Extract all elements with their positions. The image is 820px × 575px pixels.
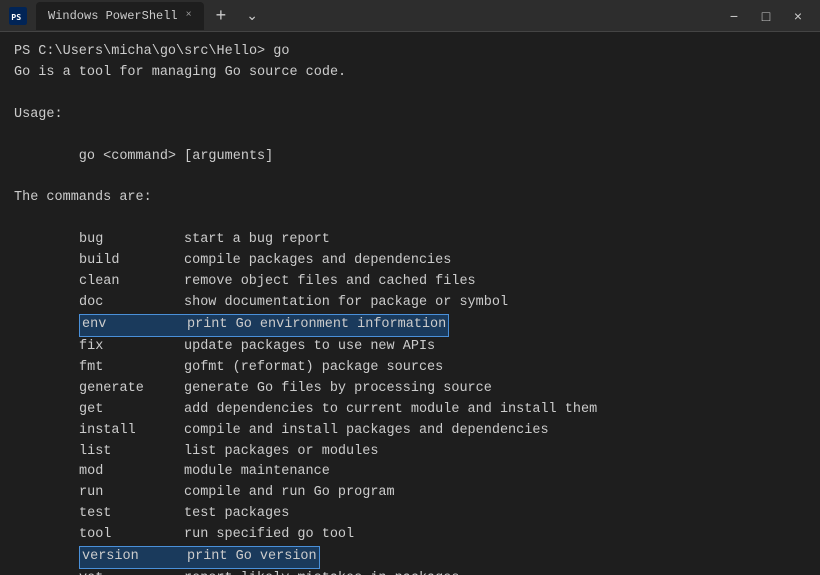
commands-list: bugstart a bug report buildcompile packa… (14, 230, 806, 575)
command-row: runcompile and run Go program (14, 483, 806, 504)
command-row: versionprint Go version (14, 546, 806, 569)
close-tab-icon[interactable]: × (186, 10, 192, 21)
command-row: testtest packages (14, 504, 806, 525)
blank-line-3 (14, 168, 806, 189)
tab-label: Windows PowerShell (48, 9, 178, 23)
dropdown-button[interactable]: ⌄ (238, 6, 266, 26)
output-line-1: Go is a tool for managing Go source code… (14, 63, 806, 84)
close-button[interactable]: × (784, 6, 812, 26)
blank-line-2 (14, 126, 806, 147)
prompt-line: PS C:\Users\micha\go\src\Hello> go (14, 42, 806, 63)
terminal-tab[interactable]: Windows PowerShell × (36, 2, 204, 30)
commands-header: The commands are: (14, 188, 806, 209)
command-row: generategenerate Go files by processing … (14, 379, 806, 400)
command-row: getadd dependencies to current module an… (14, 400, 806, 421)
usage-label: Usage: (14, 105, 806, 126)
maximize-button[interactable]: □ (752, 6, 780, 26)
command-row: vetreport likely mistakes in packages (14, 569, 806, 575)
window-controls: − □ × (720, 6, 812, 26)
command-row: docshow documentation for package or sym… (14, 293, 806, 314)
command-row: fmtgofmt (reformat) package sources (14, 358, 806, 379)
command-row: modmodule maintenance (14, 462, 806, 483)
usage-syntax: go <command> [arguments] (14, 147, 806, 168)
svg-text:PS: PS (11, 11, 21, 21)
command-row: fixupdate packages to use new APIs (14, 337, 806, 358)
title-bar: PS Windows PowerShell × + ⌄ − □ × (0, 0, 820, 32)
add-tab-button[interactable]: + (212, 5, 231, 26)
prompt-text: PS C:\Users\micha\go\src\Hello> go (14, 42, 289, 63)
command-row: listlist packages or modules (14, 442, 806, 463)
powershell-icon: PS (8, 6, 28, 26)
command-row: buildcompile packages and dependencies (14, 251, 806, 272)
terminal-output: PS C:\Users\micha\go\src\Hello> go Go is… (0, 32, 820, 575)
blank-line-1 (14, 84, 806, 105)
blank-line-4 (14, 209, 806, 230)
command-row: toolrun specified go tool (14, 525, 806, 546)
command-row: envprint Go environment information (14, 314, 806, 337)
command-row: installcompile and install packages and … (14, 421, 806, 442)
command-row: cleanremove object files and cached file… (14, 272, 806, 293)
command-row: bugstart a bug report (14, 230, 806, 251)
minimize-button[interactable]: − (720, 6, 748, 26)
